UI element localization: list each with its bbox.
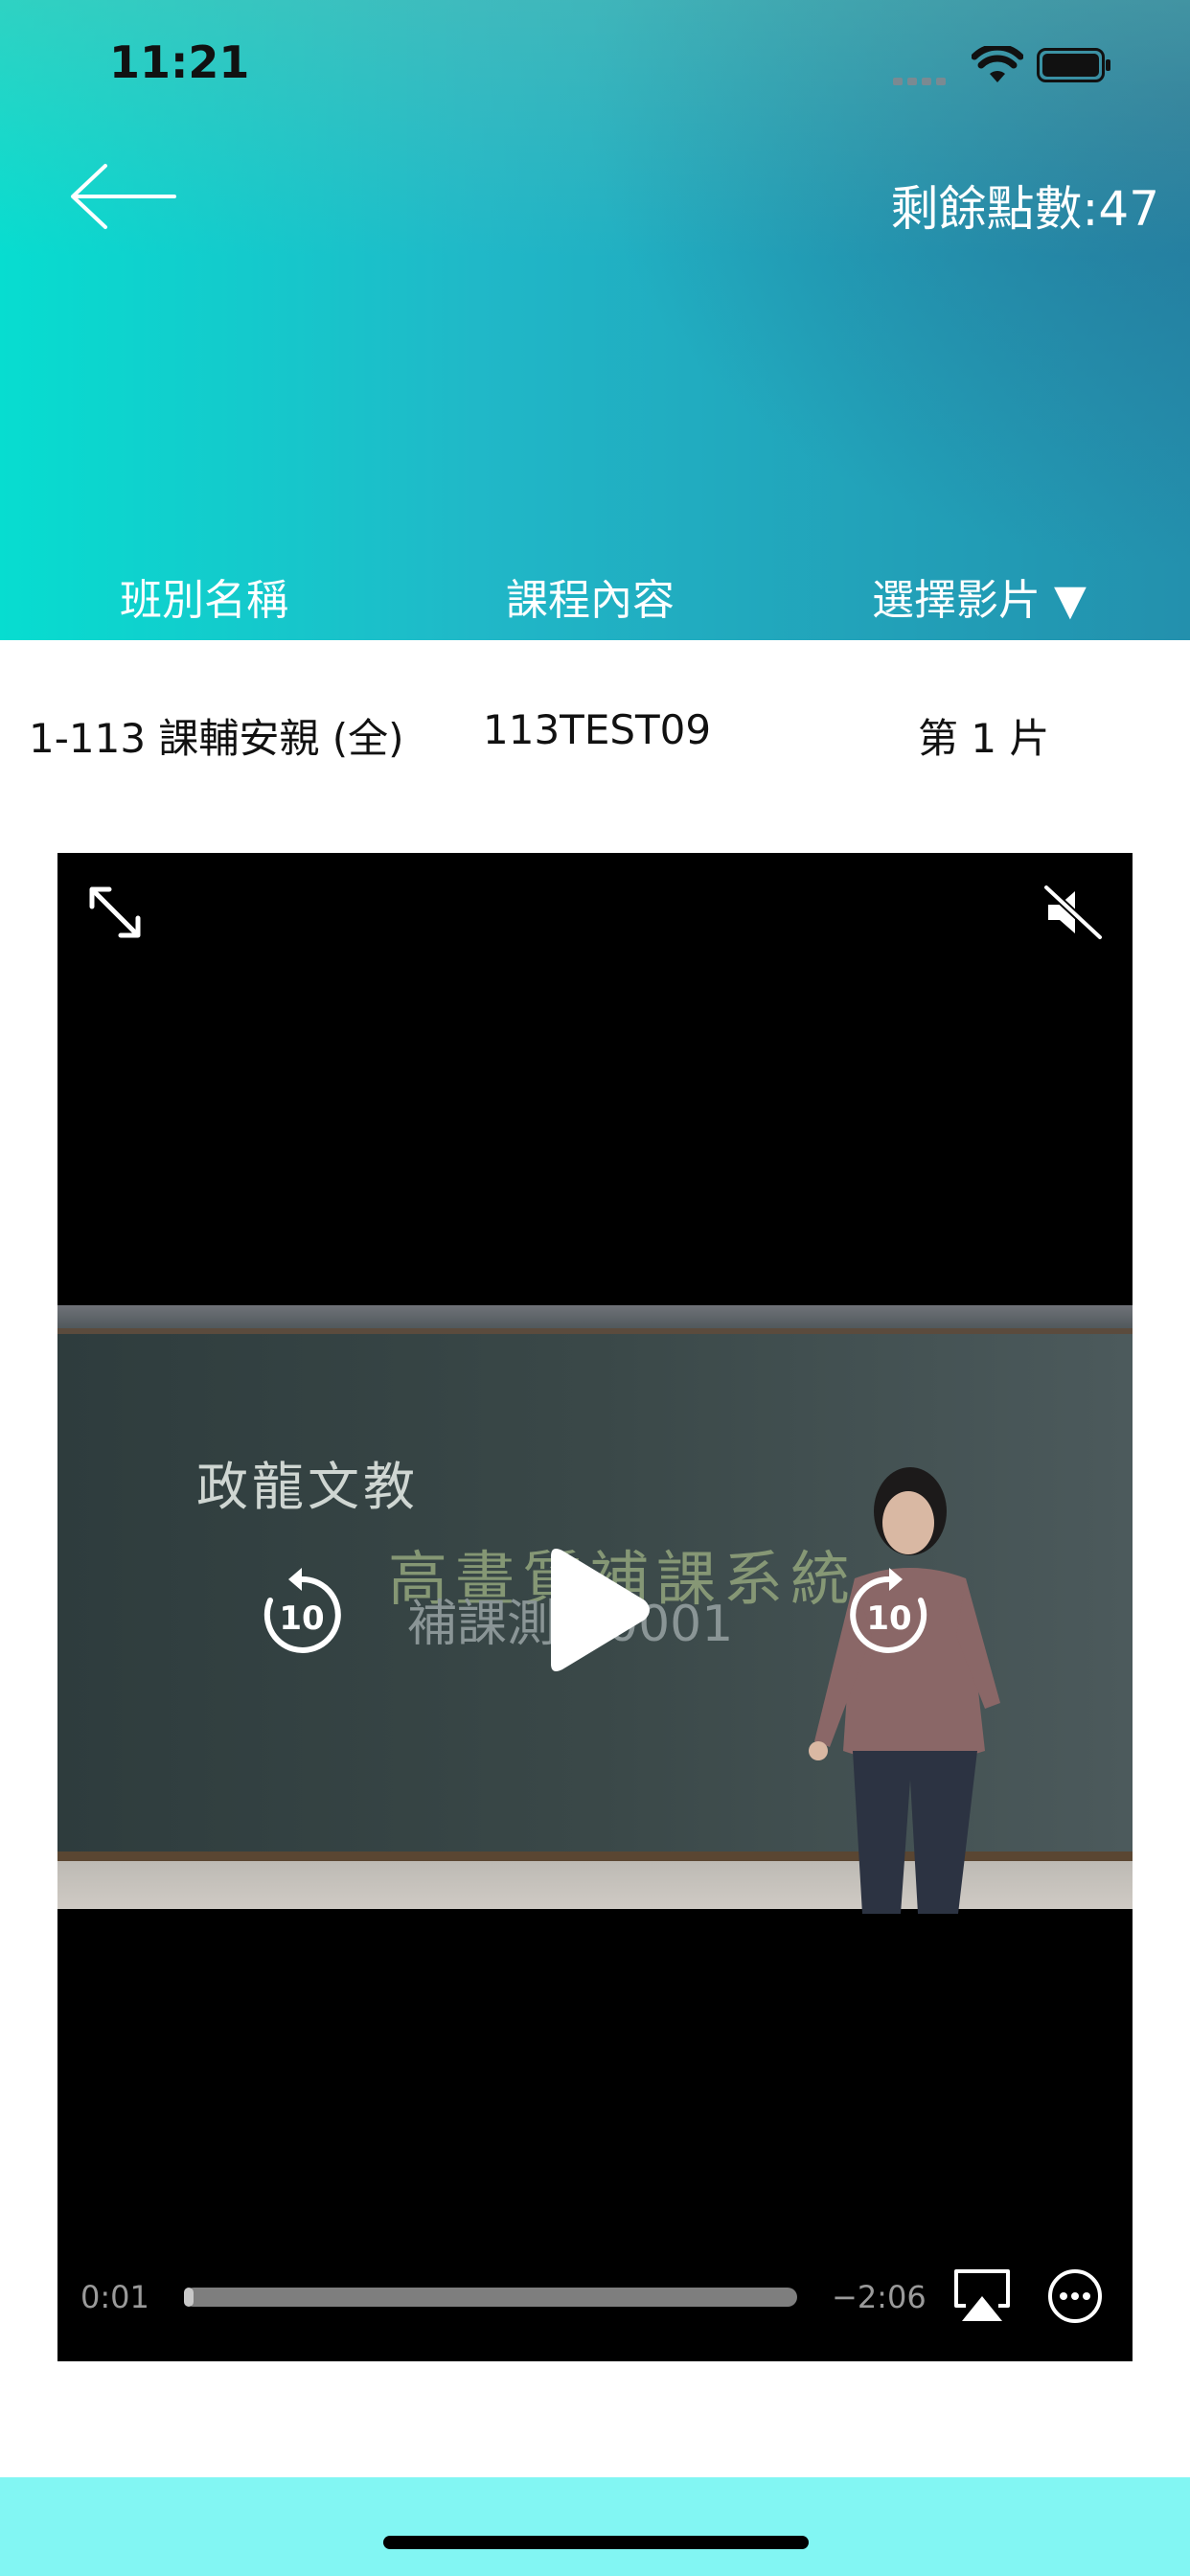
- class-name-value: 1-113 課輔安親 (全): [29, 715, 404, 762]
- remaining-time: −2:06: [832, 2279, 927, 2315]
- column-course-content: 課程內容: [506, 576, 675, 625]
- board-text-line1: 政龍文教: [196, 1457, 419, 1517]
- play-icon[interactable]: [541, 1543, 656, 1677]
- progress-bar[interactable]: [184, 2288, 797, 2307]
- bottom-bar: [0, 2477, 1190, 2576]
- back-arrow-icon[interactable]: [69, 163, 176, 230]
- course-content-value: 113TEST09: [483, 706, 712, 753]
- more-icon[interactable]: [1047, 2268, 1103, 2324]
- airplay-icon[interactable]: [952, 2267, 1012, 2323]
- remaining-points: 剩餘點數:47: [890, 181, 1159, 237]
- skip-forward-icon[interactable]: 10: [846, 1564, 932, 1656]
- teacher-figure: [809, 1467, 1000, 1914]
- status-icons: [893, 42, 1133, 90]
- home-indicator: [383, 2536, 809, 2549]
- skip-back-icon[interactable]: 10: [259, 1564, 345, 1656]
- skip-forward-label: 10: [866, 1599, 911, 1638]
- progress-fill: [184, 2288, 194, 2307]
- video-player[interactable]: 政龍文教 高畫質補課系統 補課測試0001 10 10 0:01 −2:06: [57, 853, 1133, 2361]
- status-time: 11:21: [109, 36, 250, 88]
- muted-speaker-icon[interactable]: [1042, 884, 1104, 941]
- elapsed-time: 0:01: [80, 2279, 149, 2315]
- header: [0, 0, 1190, 640]
- wifi-icon: [972, 46, 1023, 82]
- skip-back-label: 10: [279, 1599, 324, 1638]
- fullscreen-icon[interactable]: [84, 882, 146, 943]
- battery-icon: [1037, 48, 1110, 82]
- select-video-dropdown[interactable]: 選擇影片 ▼: [872, 565, 1087, 627]
- signal-icon: [893, 71, 950, 89]
- column-class-name: 班別名稱: [120, 576, 288, 625]
- video-number-value: 第 1 片: [918, 715, 1050, 762]
